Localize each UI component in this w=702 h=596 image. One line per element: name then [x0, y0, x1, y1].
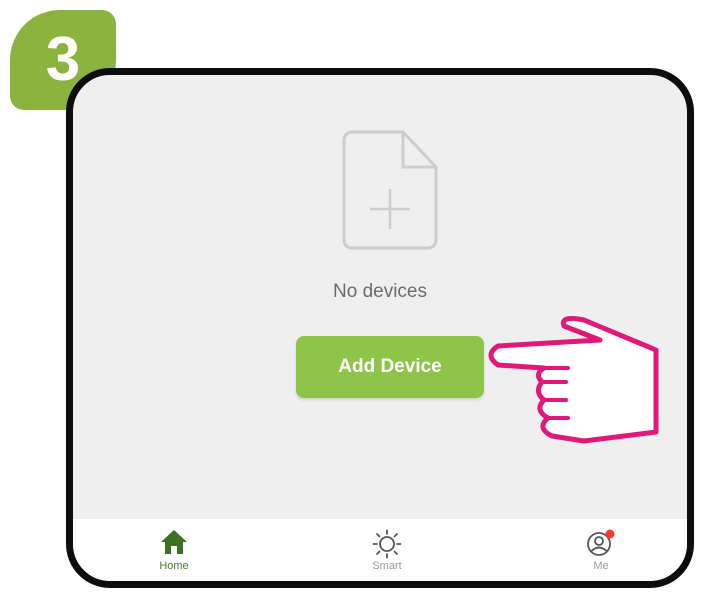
- home-icon: [161, 530, 187, 554]
- add-file-icon: [342, 130, 438, 250]
- sun-icon: [372, 529, 402, 559]
- pointing-hand-icon: [488, 316, 659, 444]
- step-number: 3: [45, 25, 81, 94]
- tab-me-label: Me: [593, 560, 609, 572]
- tab-home[interactable]: Home: [129, 519, 219, 581]
- notification-dot: [605, 529, 615, 539]
- bottom-tab-bar: Home Smart Me: [73, 519, 687, 581]
- tab-smart[interactable]: Smart: [342, 519, 432, 581]
- tab-smart-label: Smart: [372, 560, 402, 572]
- empty-state-text: No devices: [333, 281, 427, 302]
- tab-home-label: Home: [159, 560, 189, 572]
- tab-me[interactable]: Me: [556, 519, 646, 581]
- user-icon: [587, 529, 615, 556]
- add-device-button[interactable]: Add Device: [296, 336, 484, 398]
